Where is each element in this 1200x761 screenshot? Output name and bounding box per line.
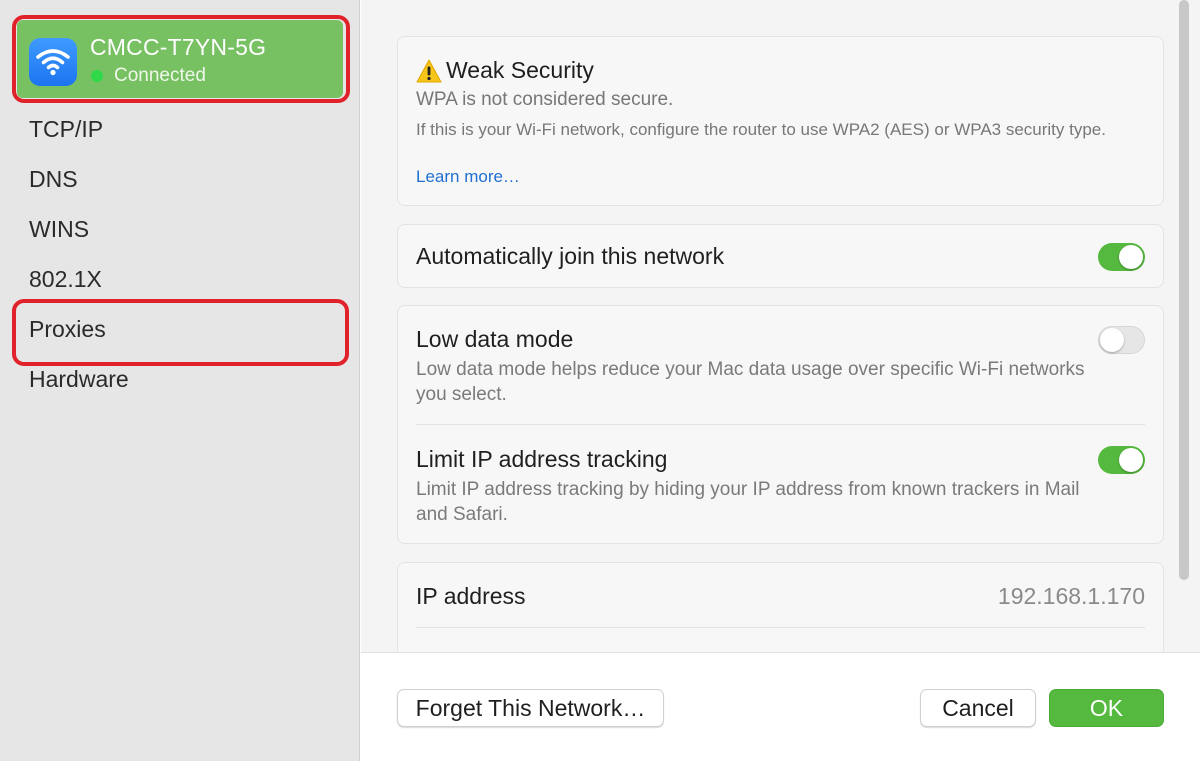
ip-address-label: IP address — [416, 583, 526, 609]
limit-ip-tracking-description: Limit IP address tracking by hiding your… — [416, 479, 1080, 525]
learn-more-link[interactable]: Learn more… — [416, 167, 520, 187]
sidebar-item-dns[interactable]: DNS — [29, 166, 78, 193]
ip-address-group: IP address 192.168.1.170 — [397, 562, 1164, 662]
sidebar-item-tcpip[interactable]: TCP/IP — [29, 116, 103, 143]
limit-ip-tracking-label: Limit IP address tracking — [416, 446, 668, 472]
auto-join-group: Automatically join this network — [397, 224, 1164, 288]
main-panel: Weak Security WPA is not considered secu… — [361, 0, 1200, 761]
security-subtitle: WPA is not considered secure. — [416, 89, 674, 110]
ok-button[interactable]: OK — [1049, 689, 1164, 727]
sidebar-item-wins[interactable]: WINS — [29, 216, 89, 243]
limit-ip-tracking-toggle[interactable] — [1098, 446, 1145, 474]
toggle-knob — [1119, 448, 1143, 472]
cancel-button[interactable]: Cancel — [920, 689, 1036, 727]
sidebar: CMCC-T7YN-5G Connected TCP/IP DNS WINS 8… — [0, 0, 360, 761]
low-data-mode-description: Low data mode helps reduce your Mac data… — [416, 359, 1085, 405]
sidebar-item-hardware[interactable]: Hardware — [29, 366, 129, 393]
security-title: Weak Security — [446, 57, 594, 83]
low-data-mode-label: Low data mode — [416, 326, 574, 352]
network-name: CMCC-T7YN-5G — [90, 34, 267, 60]
data-options-group: Low data mode Low data mode helps reduce… — [397, 305, 1164, 544]
divider — [416, 424, 1145, 425]
auto-join-toggle[interactable] — [1098, 243, 1145, 271]
wifi-icon — [29, 38, 77, 86]
divider — [416, 627, 1145, 628]
dialog-footer: Forget This Network… Cancel OK — [361, 652, 1200, 761]
warning-icon — [416, 59, 442, 82]
scrollbar[interactable] — [1179, 0, 1189, 580]
ip-address-value: 192.168.1.170 — [997, 583, 1145, 609]
proxies-highlight-box — [12, 299, 349, 366]
forget-network-button[interactable]: Forget This Network… — [397, 689, 664, 727]
toggle-knob — [1100, 328, 1124, 352]
network-status: Connected — [114, 65, 206, 86]
auto-join-label: Automatically join this network — [416, 243, 725, 269]
sidebar-item-8021x[interactable]: 802.1X — [29, 266, 102, 293]
security-description: If this is your Wi-Fi network, configure… — [416, 120, 1106, 139]
security-title-row: Weak Security — [416, 57, 594, 84]
low-data-mode-toggle[interactable] — [1098, 326, 1145, 354]
connected-status-dot — [91, 70, 103, 82]
toggle-knob — [1119, 245, 1143, 269]
security-warning-group: Weak Security WPA is not considered secu… — [397, 36, 1164, 206]
